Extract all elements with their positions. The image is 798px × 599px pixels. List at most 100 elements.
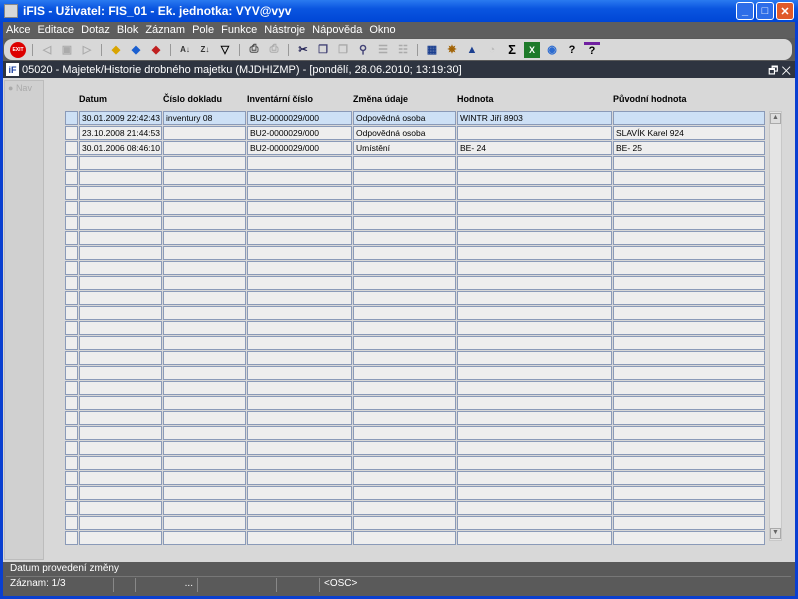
table-row[interactable] — [65, 366, 766, 381]
table-row[interactable] — [65, 351, 766, 366]
row-selector[interactable] — [65, 531, 78, 545]
copy-icon[interactable]: ❐ — [315, 42, 331, 58]
table-row[interactable] — [65, 471, 766, 486]
cell-puvodni-hodnota[interactable] — [613, 111, 765, 125]
cell-inventarni-cislo[interactable] — [247, 501, 352, 515]
cell-cislo-dokladu[interactable] — [163, 471, 246, 485]
excel-icon[interactable]: X — [524, 41, 540, 58]
cell-zmena-udaje[interactable] — [353, 441, 456, 455]
cell-cislo-dokladu[interactable] — [163, 441, 246, 455]
paste-icon[interactable]: ❐ — [335, 42, 351, 58]
row-selector[interactable] — [65, 276, 78, 290]
cell-inventarni-cislo[interactable] — [247, 186, 352, 200]
cell-inventarni-cislo[interactable] — [247, 456, 352, 470]
exit-button[interactable]: EXIT — [10, 41, 26, 58]
row-selector[interactable] — [65, 231, 78, 245]
table-row[interactable] — [65, 501, 766, 516]
cell-hodnota[interactable] — [457, 201, 612, 215]
cell-zmena-udaje[interactable] — [353, 156, 456, 170]
cell-inventarni-cislo[interactable] — [247, 246, 352, 260]
cell-zmena-udaje[interactable] — [353, 531, 456, 545]
table-row[interactable]: 23.10.2008 21:44:53 BU2-0000029/000 Odpově… — [65, 126, 766, 141]
table-row[interactable] — [65, 216, 766, 231]
cell-puvodni-hodnota[interactable] — [613, 321, 765, 335]
cell-inventarni-cislo[interactable] — [247, 291, 352, 305]
cell-zmena-udaje[interactable] — [353, 351, 456, 365]
cell-zmena-udaje[interactable] — [353, 246, 456, 260]
menu-nastroje[interactable]: Nástroje — [264, 24, 305, 36]
cell-zmena-udaje[interactable]: Odpovědná osoba — [353, 111, 456, 125]
cell-cislo-dokladu[interactable] — [163, 141, 246, 155]
cell-puvodni-hodnota[interactable]: BE- 25 — [613, 141, 765, 155]
row-selector[interactable] — [65, 171, 78, 185]
cell-zmena-udaje[interactable] — [353, 306, 456, 320]
cell-puvodni-hodnota[interactable] — [613, 411, 765, 425]
row-selector[interactable] — [65, 306, 78, 320]
menu-napoveda[interactable]: Nápověda — [312, 24, 362, 36]
table-row[interactable] — [65, 381, 766, 396]
cell-hodnota[interactable] — [457, 231, 612, 245]
table-row[interactable] — [65, 441, 766, 456]
cell-datum[interactable] — [79, 471, 162, 485]
query-execute-icon[interactable]: ◆ — [128, 42, 144, 58]
cell-puvodni-hodnota[interactable] — [613, 306, 765, 320]
cell-zmena-udaje[interactable] — [353, 426, 456, 440]
cell-cislo-dokladu[interactable] — [163, 456, 246, 470]
cell-zmena-udaje[interactable] — [353, 171, 456, 185]
cell-inventarni-cislo[interactable] — [247, 531, 352, 545]
cell-puvodni-hodnota[interactable] — [613, 501, 765, 515]
cell-zmena-udaje[interactable] — [353, 291, 456, 305]
calendar-icon[interactable]: ▦ — [424, 42, 440, 58]
cell-cislo-dokladu[interactable] — [163, 246, 246, 260]
row-selector[interactable] — [65, 126, 78, 140]
cell-puvodni-hodnota[interactable] — [613, 291, 765, 305]
cell-inventarni-cislo[interactable] — [247, 261, 352, 275]
cell-zmena-udaje[interactable] — [353, 516, 456, 530]
row-selector[interactable] — [65, 261, 78, 275]
vertical-scrollbar[interactable]: ▲ ▼ — [769, 111, 782, 541]
indent-icon[interactable]: ☰ — [375, 42, 391, 58]
cell-hodnota[interactable]: WINTR Jiří 8903 — [457, 111, 612, 125]
cell-cislo-dokladu[interactable] — [163, 516, 246, 530]
cell-cislo-dokladu[interactable] — [163, 351, 246, 365]
scroll-up-button[interactable]: ▲ — [770, 113, 781, 124]
table-row[interactable]: 30.01.2009 22:42:43 inventury 08 BU2-00000… — [65, 111, 766, 126]
cell-datum[interactable] — [79, 261, 162, 275]
cell-inventarni-cislo[interactable] — [247, 201, 352, 215]
cell-cislo-dokladu[interactable] — [163, 366, 246, 380]
table-row[interactable] — [65, 231, 766, 246]
row-selector[interactable] — [65, 471, 78, 485]
cell-hodnota[interactable] — [457, 486, 612, 500]
find-icon[interactable]: ⚲ — [355, 42, 371, 58]
cell-datum[interactable] — [79, 351, 162, 365]
cell-hodnota[interactable] — [457, 186, 612, 200]
cell-datum[interactable] — [79, 246, 162, 260]
cell-cislo-dokladu[interactable] — [163, 291, 246, 305]
cell-datum[interactable] — [79, 486, 162, 500]
cell-cislo-dokladu[interactable]: inventury 08 — [163, 111, 246, 125]
query-cancel-icon[interactable]: ◆ — [148, 42, 164, 58]
cell-hodnota[interactable] — [457, 336, 612, 350]
nav-panel[interactable]: ● Nav — [4, 80, 44, 560]
cell-cislo-dokladu[interactable] — [163, 321, 246, 335]
cell-datum[interactable] — [79, 156, 162, 170]
sort-ascending-icon[interactable]: A↓ — [177, 42, 193, 58]
table-row[interactable] — [65, 426, 766, 441]
cell-puvodni-hodnota[interactable] — [613, 351, 765, 365]
row-selector[interactable] — [65, 321, 78, 335]
cell-datum[interactable] — [79, 501, 162, 515]
cell-zmena-udaje[interactable] — [353, 486, 456, 500]
cell-datum[interactable] — [79, 426, 162, 440]
table-row[interactable]: 30.01.2006 08:46:10 BU2-0000029/000 Umístě… — [65, 141, 766, 156]
row-selector[interactable] — [65, 201, 78, 215]
cell-inventarni-cislo[interactable]: BU2-0000029/000 — [247, 111, 352, 125]
cell-puvodni-hodnota[interactable] — [613, 171, 765, 185]
cell-zmena-udaje[interactable] — [353, 366, 456, 380]
cell-hodnota[interactable] — [457, 261, 612, 275]
cell-datum[interactable] — [79, 381, 162, 395]
cell-hodnota[interactable] — [457, 516, 612, 530]
row-selector[interactable] — [65, 501, 78, 515]
table-row[interactable] — [65, 171, 766, 186]
cell-inventarni-cislo[interactable] — [247, 426, 352, 440]
cell-puvodni-hodnota[interactable] — [613, 396, 765, 410]
